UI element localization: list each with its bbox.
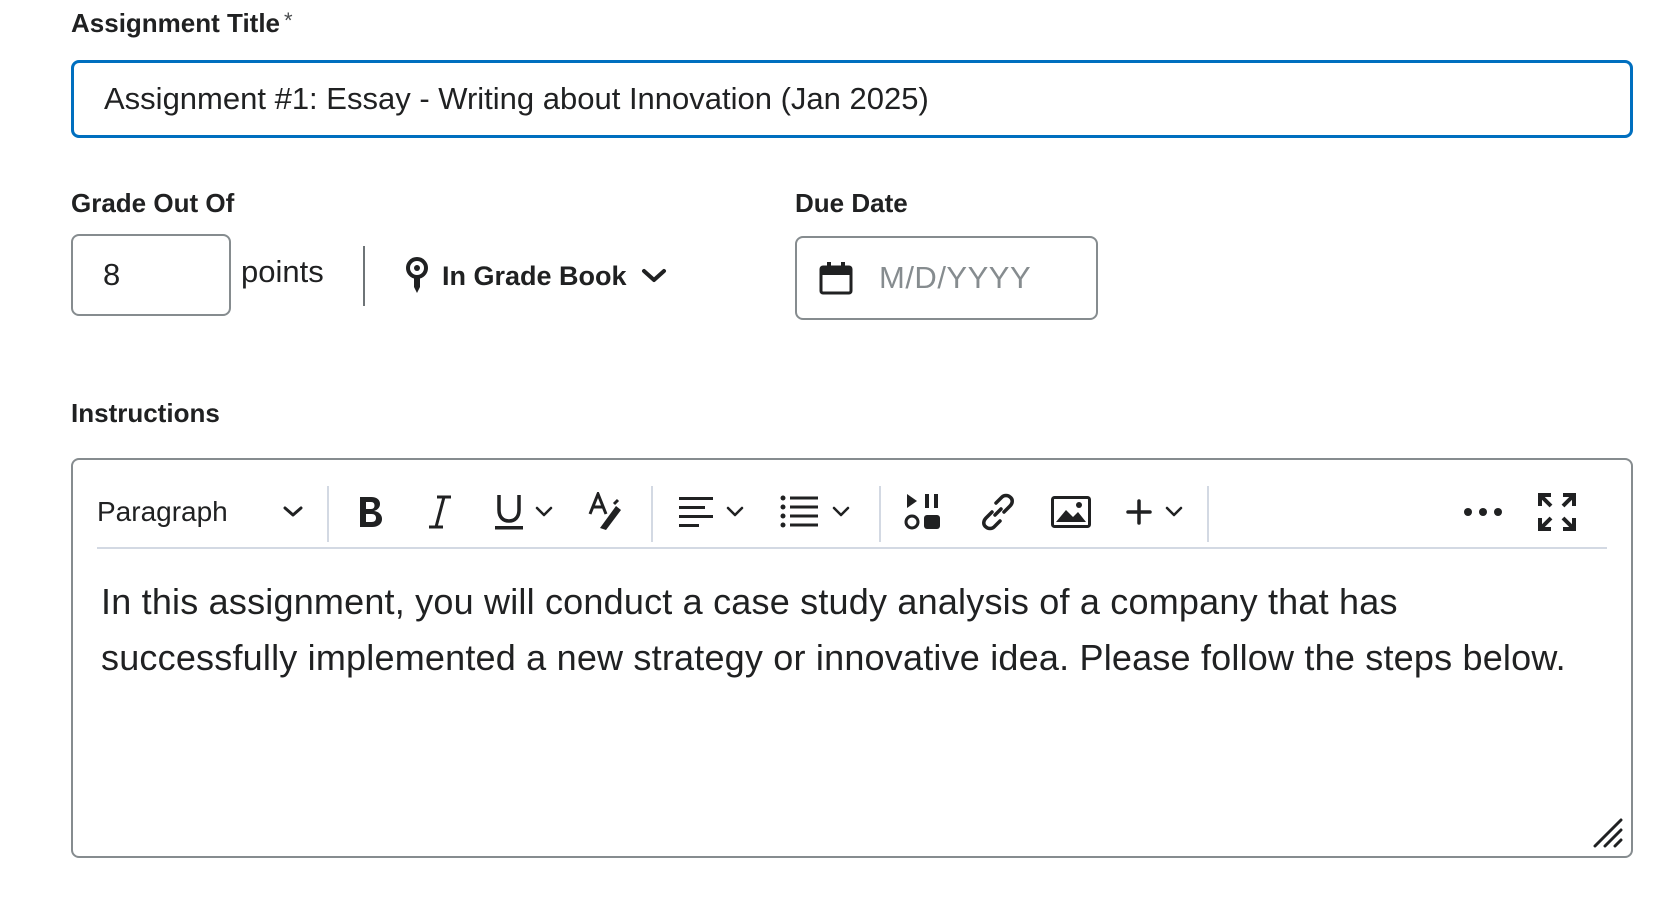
chevron-down-icon (283, 506, 303, 517)
chevron-down-icon (726, 506, 744, 517)
instructions-content[interactable]: In this assignment, you will conduct a c… (101, 574, 1581, 686)
grade-out-of-label: Grade Out Of (71, 188, 235, 218)
paragraph-format-label: Paragraph (97, 496, 228, 527)
grade-out-of-input[interactable]: 8 (71, 234, 231, 316)
chevron-down-icon (535, 506, 553, 517)
grade-book-pin-icon (406, 257, 428, 293)
bulleted-list-button[interactable] (769, 472, 861, 552)
insert-more-button[interactable] (1115, 472, 1193, 552)
calendar-icon (819, 262, 853, 295)
plus-icon (1126, 499, 1152, 525)
underline-icon (495, 495, 523, 530)
fullscreen-icon (1538, 493, 1576, 531)
chevron-down-icon (641, 269, 666, 282)
due-date-input[interactable]: M/D/YYYY (795, 236, 1098, 320)
bold-icon (360, 497, 382, 527)
insert-media-button[interactable] (897, 472, 951, 552)
media-icon (904, 494, 940, 530)
align-left-icon (679, 497, 713, 527)
more-options-button[interactable] (1455, 472, 1511, 552)
points-unit-label: points (241, 254, 324, 289)
underline-button[interactable] (483, 472, 563, 552)
grade-out-of-value: 8 (103, 257, 121, 292)
in-grade-book-label: In Grade Book (442, 260, 627, 291)
assignment-title-value: Assignment #1: Essay - Writing about Inn… (104, 81, 929, 116)
toolbar-divider (651, 486, 653, 542)
toolbar-divider (1207, 486, 1209, 542)
chevron-down-icon (832, 506, 850, 517)
bulleted-list-icon (780, 495, 818, 528)
assignment-title-label-text: Assignment Title (71, 8, 281, 38)
paragraph-format-dropdown[interactable]: Paragraph (97, 472, 307, 552)
toolbar-separator (97, 547, 1607, 549)
required-marker: * (284, 8, 293, 33)
bold-button[interactable] (345, 472, 395, 552)
align-button[interactable] (669, 472, 753, 552)
assignment-title-input[interactable]: Assignment #1: Essay - Writing about Inn… (71, 60, 1633, 138)
toolbar-divider (327, 486, 329, 542)
fullscreen-button[interactable] (1529, 472, 1585, 552)
resize-handle-icon[interactable] (1591, 816, 1623, 848)
instructions-editor[interactable]: Paragraph In this assignment, you will c… (71, 458, 1633, 858)
editor-toolbar: Paragraph (97, 472, 1607, 552)
instructions-label: Instructions (71, 398, 220, 428)
italic-icon (429, 495, 451, 529)
in-grade-book-dropdown[interactable]: In Grade Book (406, 254, 667, 298)
italic-button[interactable] (415, 472, 465, 552)
due-date-label: Due Date (795, 188, 908, 218)
toolbar-divider (879, 486, 881, 542)
link-icon (982, 493, 1014, 531)
chevron-down-icon (1165, 506, 1183, 517)
insert-image-button[interactable] (1043, 472, 1099, 552)
more-horizontal-icon (1464, 508, 1502, 516)
assignment-title-label: Assignment Title * (71, 8, 293, 39)
insert-link-button[interactable] (971, 472, 1025, 552)
text-format-icon (588, 492, 621, 530)
grade-divider (363, 246, 365, 306)
due-date-placeholder: M/D/YYYY (879, 260, 1032, 295)
text-style-button[interactable] (581, 472, 631, 552)
image-icon (1051, 496, 1091, 528)
